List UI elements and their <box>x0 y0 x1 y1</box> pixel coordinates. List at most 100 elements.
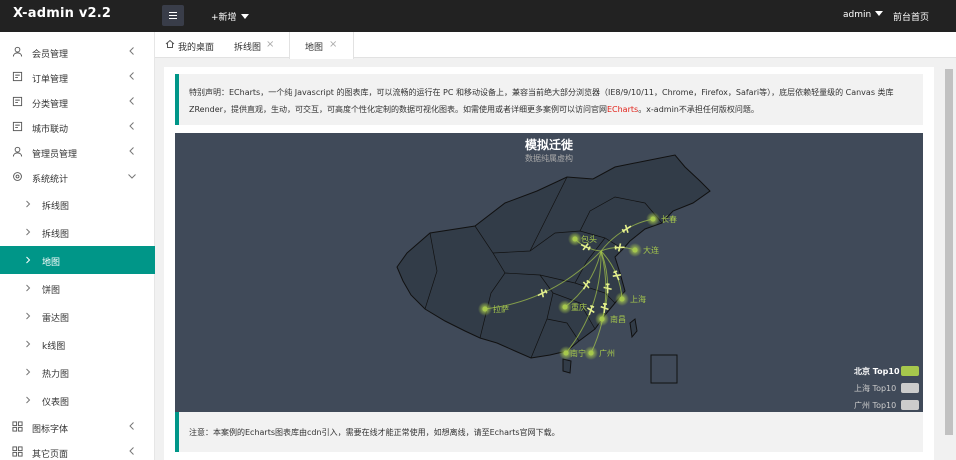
legend-swatch <box>901 366 919 376</box>
sidebar-sub-item-gauge[interactable]: 仪表图 <box>0 386 155 414</box>
chevron-right-icon <box>26 228 31 236</box>
notice-text: ZRender，提供直观，生动，可交互，可高度个性化定制的数据可视化图表。如需使… <box>189 105 607 114</box>
notice-box: 特别声明：ECharts，一个纯 Javascript 的图表库，可以流畅的运行… <box>175 74 923 125</box>
city-label: 大连 <box>643 245 659 255</box>
close-icon[interactable]: × <box>329 39 337 50</box>
migration-map[interactable]: 长春 包头 大连 拉萨 重庆 上海 南昌 南宁 广州 模拟迁徙 数据纯属虚构 北京 Top10 … <box>175 133 923 412</box>
city-point[interactable] <box>563 350 569 356</box>
city-point[interactable] <box>619 296 625 302</box>
chevron-left-icon <box>129 447 134 455</box>
chevron-right-icon <box>26 396 31 404</box>
sidebar-item-orders[interactable]: 订单管理 <box>0 64 155 89</box>
chevron-left-icon <box>129 47 134 55</box>
stats-icon <box>13 172 22 181</box>
sidebar-sub-item-label: 拆线图 <box>42 202 70 212</box>
chevron-right-icon <box>26 284 31 292</box>
sidebar-sub-item-label: 仪表图 <box>42 398 70 408</box>
sidebar-item-stats[interactable]: 系统统计 <box>0 164 155 189</box>
sidebar-sub-item-label: k线图 <box>42 342 66 352</box>
sidebar-item-label: 城市联动 <box>32 125 69 135</box>
tab-label: 拆线图 <box>234 43 262 53</box>
city-label: 包头 <box>581 234 597 244</box>
city-point[interactable] <box>632 247 638 253</box>
legend-label: 北京 Top10 <box>854 367 900 376</box>
user-menu[interactable]: admin <box>843 10 884 20</box>
tab-desktop[interactable]: 我的桌面 <box>163 32 229 58</box>
city-point[interactable] <box>572 236 578 242</box>
app-logo[interactable]: X-admin v2.2 <box>13 6 111 21</box>
city-label: 南昌 <box>610 314 626 324</box>
sidebar-item-members[interactable]: 会员管理 <box>0 39 155 64</box>
city-point[interactable] <box>650 216 656 222</box>
sidebar: 会员管理 订单管理 分类管理 城市联动 管理员管理 系统统计 拆线图 拆线图 地… <box>0 32 155 460</box>
chevron-right-icon <box>26 368 31 376</box>
top-bar: X-admin v2.2 +新增 admin 前台首页 <box>0 0 956 32</box>
cdn-note: 注意：本案例的Echarts图表库由cdn引入，需要在线才能正常使用，如想离线，… <box>175 412 923 452</box>
sidebar-sub-item-line-chart-2[interactable]: 拆线图 <box>0 218 155 246</box>
sidebar-item-label: 系统统计 <box>32 175 69 185</box>
sidebar-sub-item-label: 饼图 <box>42 286 61 296</box>
sidebar-sub-item-label: 雷达图 <box>42 314 70 324</box>
sidebar-item-categories[interactable]: 分类管理 <box>0 89 155 114</box>
new-menu-button[interactable]: +新增 <box>211 10 249 23</box>
sidebar-sub-item-label: 拆线图 <box>42 230 70 240</box>
sidebar-item-city[interactable]: 城市联动 <box>0 114 155 139</box>
chevron-left-icon <box>129 97 134 105</box>
notice-text: 。x-admin不承担任何版权问题。 <box>638 105 759 114</box>
tab-map[interactable]: 地图 × <box>289 32 354 59</box>
sidebar-item-admins[interactable]: 管理员管理 <box>0 139 155 164</box>
sidebar-sub-item-radar[interactable]: 雷达图 <box>0 302 155 330</box>
notice-line-2: ZRender，提供直观，生动，可交互，可高度个性化定制的数据可视化图表。如需使… <box>189 104 759 115</box>
main-content: 特别声明：ECharts，一个纯 Javascript 的图表库，可以流畅的运行… <box>164 67 934 460</box>
sidebar-sub-item-heatmap[interactable]: 热力图 <box>0 358 155 386</box>
city-icon <box>12 121 23 132</box>
south-sea-inset <box>650 354 678 384</box>
sidebar-item-label: 订单管理 <box>32 75 69 85</box>
city-label: 南宁 <box>570 348 586 358</box>
sidebar-item-icon-font[interactable]: 图标字体 <box>0 414 155 439</box>
user-name: admin <box>843 10 872 20</box>
legend-label: 上海 Top10 <box>854 384 897 393</box>
city-point[interactable] <box>562 304 568 310</box>
city-label: 拉萨 <box>493 304 509 314</box>
city-point[interactable] <box>588 350 594 356</box>
sidebar-item-label: 分类管理 <box>32 100 69 110</box>
sidebar-sub-item-pie[interactable]: 饼图 <box>0 274 155 302</box>
city-label: 重庆 <box>571 302 587 312</box>
sidebar-sub-item-line-chart[interactable]: 拆线图 <box>0 190 155 218</box>
tab-line-chart[interactable]: 拆线图 × <box>229 32 289 58</box>
menu-toggle-button[interactable] <box>162 5 184 26</box>
city-point[interactable] <box>482 306 488 312</box>
echarts-link[interactable]: ECharts <box>607 105 638 114</box>
sidebar-item-other-pages[interactable]: 其它页面 <box>0 439 155 460</box>
sidebar-sub-item-kline[interactable]: k线图 <box>0 330 155 358</box>
close-icon[interactable]: × <box>266 39 274 50</box>
scrollbar-thumb[interactable] <box>945 69 953 435</box>
city-label: 上海 <box>630 294 646 304</box>
city-point[interactable] <box>599 316 605 322</box>
user-icon <box>12 46 23 57</box>
notice-line-1: 特别声明：ECharts，一个纯 Javascript 的图表库，可以流畅的运行… <box>189 88 894 97</box>
front-page-link[interactable]: 前台首页 <box>893 10 929 23</box>
legend-item-shanghai[interactable]: 上海 Top10 <box>843 382 921 394</box>
chevron-left-icon <box>129 122 134 130</box>
map-title: 模拟迁徙 <box>524 138 573 152</box>
city-label: 广州 <box>599 348 615 358</box>
vertical-scrollbar[interactable] <box>943 67 956 460</box>
chevron-left-icon <box>129 72 134 80</box>
chevron-down-icon <box>128 174 136 179</box>
city-label: 长春 <box>661 214 677 224</box>
grid-icon <box>12 446 23 457</box>
sidebar-sub-item-map[interactable]: 地图 <box>0 246 155 274</box>
sidebar-item-label: 其它页面 <box>32 450 69 460</box>
sidebar-item-label: 管理员管理 <box>32 150 78 160</box>
taiwan-landmass <box>629 318 638 339</box>
chevron-right-icon <box>26 256 31 264</box>
china-map: 长春包头大连拉萨 重庆 上海南昌南宁 广州 <box>396 154 711 384</box>
grid-icon <box>12 421 23 432</box>
legend-item-guangzhou[interactable]: 广州 Top10 <box>843 399 921 411</box>
caret-down-icon <box>875 11 884 16</box>
sidebar-item-label: 图标字体 <box>32 425 69 435</box>
chevron-right-icon <box>26 312 31 320</box>
legend-item-beijing[interactable]: 北京 Top10 <box>843 365 921 377</box>
